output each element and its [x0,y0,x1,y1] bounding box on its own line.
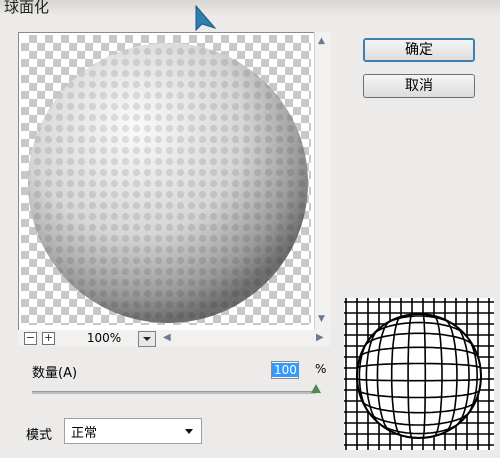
zoom-out-icon[interactable]: − [24,332,37,345]
scroll-right-icon[interactable]: ▶ [316,332,324,343]
scroll-left-icon[interactable]: ◀ [163,332,171,343]
zoom-level[interactable]: 100% [70,331,138,345]
sphere-preview-image [28,43,308,323]
spherize-grid-preview [344,298,494,450]
ok-button[interactable]: 确定 [363,38,475,62]
title-bar[interactable]: 球面化 [0,0,500,16]
window-title: 球面化 [4,0,50,16]
preview-vertical-scrollbar[interactable]: ▲ ▼ [314,32,331,330]
cursor-arrow-icon [195,4,217,32]
mode-selected-value: 正常 [71,426,98,441]
amount-label: 数量(A) [32,366,78,381]
mode-select[interactable]: 正常 [64,418,202,444]
preview-zoom-bar: − + 100% ◀ ▶ [18,330,330,347]
zoom-in-icon[interactable]: + [42,332,55,345]
amount-unit: % [315,362,327,376]
amount-slider-track[interactable] [32,391,316,394]
scroll-up-icon[interactable]: ▲ [318,36,325,46]
scroll-down-icon[interactable]: ▼ [318,314,325,324]
amount-slider-thumb[interactable] [311,384,321,393]
amount-value: 100 [272,363,299,377]
preview-panel[interactable] [18,32,316,332]
dropdown-arrow-icon[interactable] [138,331,156,347]
mode-label: 模式 [26,428,53,443]
cancel-button[interactable]: 取消 [363,74,475,98]
amount-input[interactable]: 100 [271,361,299,379]
